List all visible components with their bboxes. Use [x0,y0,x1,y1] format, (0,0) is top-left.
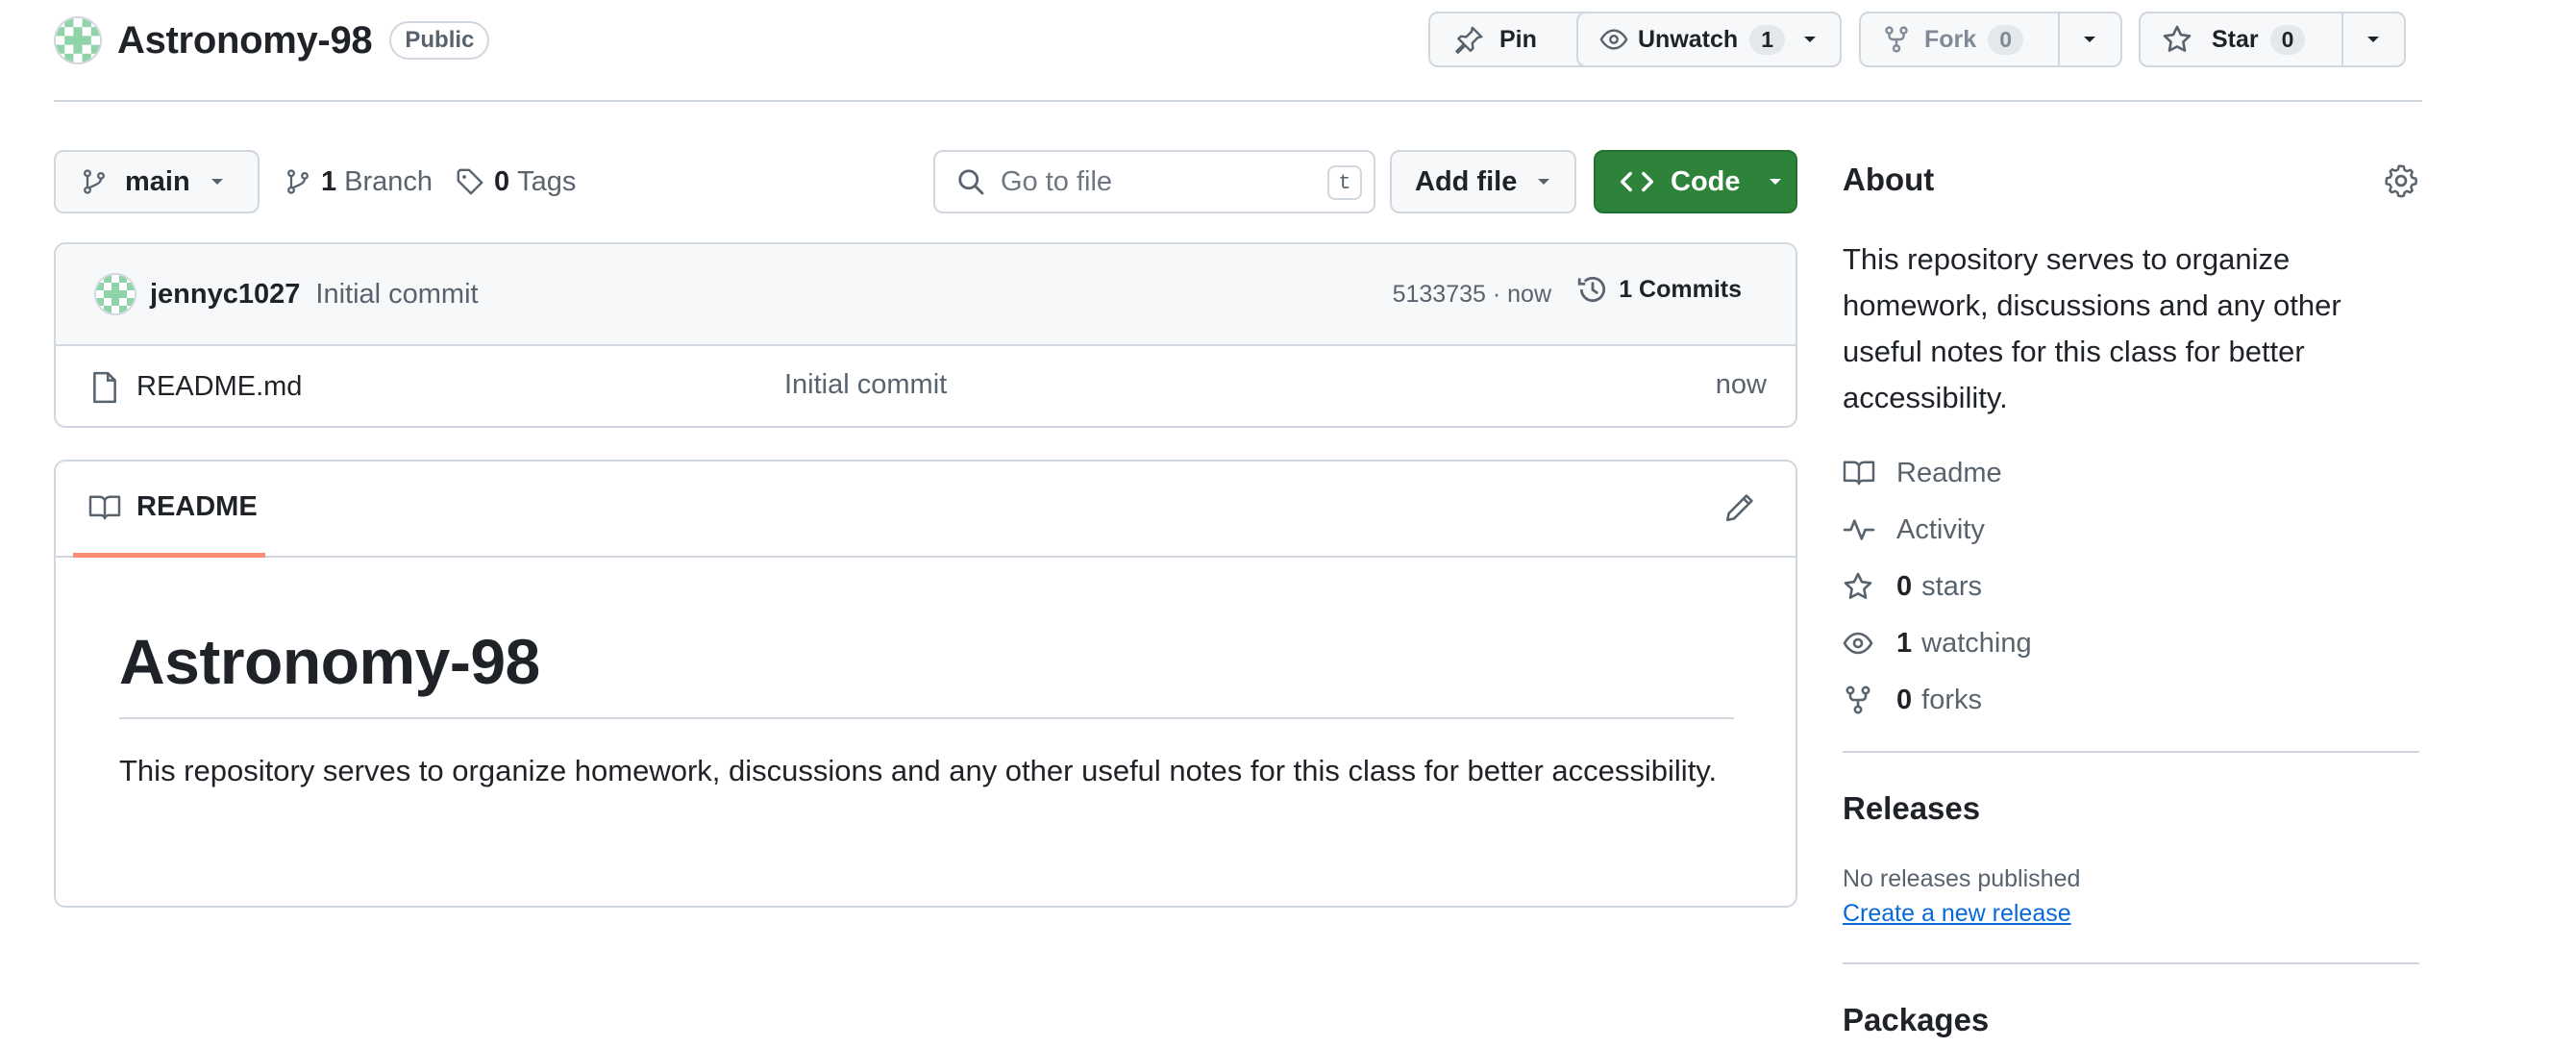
file-icon [90,371,119,404]
caret-down-icon [1768,177,1783,187]
branch-label: Branch [344,165,433,197]
caret-down-icon [1802,35,1818,44]
git-branch-icon [81,168,108,195]
search-placeholder: Go to file [1001,165,1113,197]
file-name[interactable]: README.md [136,371,302,403]
caret-down-icon [1536,177,1551,187]
caret-down-icon [210,177,225,187]
watching-link[interactable]: 1 watching [1843,624,2032,662]
tab-readme[interactable]: README [73,462,265,558]
caret-down-icon [2365,35,2381,44]
branch-name: main [125,165,190,197]
readme-heading: Astronomy-98 [119,626,540,697]
forks-label: forks [1921,684,1982,715]
stars-count: 0 [1896,570,1913,602]
fork-dropdown[interactable] [2057,13,2120,65]
releases-title[interactable]: Releases [1843,790,1980,827]
header-divider [54,100,2422,102]
stars-label: stars [1921,570,1982,602]
code-button[interactable]: Code [1594,150,1797,213]
watching-count: 1 [1896,627,1913,659]
unwatch-dropdown[interactable] [1798,13,1831,65]
fork-counter: 0 [1988,24,2023,55]
eye-icon [1599,25,1628,54]
star-label: Star [2212,25,2259,53]
add-file-label: Add file [1415,165,1518,197]
branch-count: 1 [321,165,337,197]
about-title: About [1843,162,1935,197]
packages-title[interactable]: Packages [1843,1002,1989,1038]
visibility-badge: Public [389,21,490,60]
sidebar-divider [1843,962,2419,964]
book-icon [88,493,121,522]
repo-title[interactable]: Astronomy-98 [117,19,373,62]
fork-label: Fork [1924,25,1977,53]
owner-avatar[interactable] [54,16,102,64]
no-releases-text: No releases published [1843,865,2081,892]
fork-button[interactable]: Fork 0 [1859,12,2122,67]
commits-history-link[interactable]: 1 Commits [1576,273,1742,306]
readme-body: This repository serves to organize homew… [119,754,1718,787]
forks-link[interactable]: 0 forks [1843,681,1982,719]
star-button[interactable]: Star 0 [2139,12,2406,67]
watch-counter: 1 [1749,24,1785,55]
star-dropdown[interactable] [2341,13,2404,65]
commit-meta[interactable]: 5133735 · now [1393,281,1551,309]
pin-label: Pin [1499,25,1537,53]
code-label: Code [1671,165,1741,197]
star-icon [2162,24,2192,55]
tag-icon [456,167,484,196]
search-shortcut: t [1327,165,1362,200]
watching-label: watching [1921,627,2032,659]
pencil-icon[interactable] [1724,492,1755,523]
commit-author[interactable]: jennyc1027 [150,279,300,311]
stars-link[interactable]: 0 stars [1843,567,1982,606]
pulse-icon [1843,515,1881,544]
activity-link[interactable]: Activity [1843,511,1985,549]
readme-tab-label: README [136,491,258,522]
file-time: now [1715,369,1767,400]
branch-selector[interactable]: main [54,150,260,213]
pin-icon [1455,25,1484,54]
unwatch-label: Unwatch [1638,25,1739,53]
readme-panel: README Astronomy-98 This repository serv… [54,460,1797,908]
create-release-link[interactable]: Create a new release [1843,900,2071,928]
activity-link-label: Activity [1896,513,1985,545]
git-branch-icon [285,168,311,195]
star-icon [1843,571,1881,602]
commit-message[interactable]: Initial commit [315,279,478,311]
readme-header: README [56,462,1796,558]
tag-count: 0 [494,165,510,197]
tags-link[interactable]: 0 Tags [456,150,576,213]
sidebar-divider [1843,751,2419,753]
readme-divider [119,717,1734,719]
caret-down-icon [2082,35,2097,44]
gear-icon[interactable] [2384,163,2418,198]
forks-count: 0 [1896,684,1913,715]
commit-author-avatar[interactable] [94,273,136,315]
fork-icon [1882,25,1911,54]
file-listing: jennyc1027 Initial commit 5133735 · now … [54,242,1797,428]
go-to-file-input[interactable]: Go to file t [933,150,1375,213]
unwatch-button[interactable]: Unwatch 1 [1576,12,1842,67]
code-icon [1621,169,1653,194]
commits-label: 1 Commits [1619,275,1742,303]
fork-icon [1843,685,1881,715]
readme-link[interactable]: Readme [1843,454,2002,492]
star-counter: 0 [2269,24,2306,55]
readme-link-label: Readme [1896,457,2002,488]
search-icon [956,167,985,196]
about-description: This repository serves to organize homew… [1843,242,2341,414]
add-file-button[interactable]: Add file [1390,150,1576,213]
branches-link[interactable]: 1 Branch [285,150,433,213]
tag-label: Tags [517,165,577,197]
repo-header: Astronomy-98 Public [54,13,490,67]
file-row[interactable]: README.md Initial commit now [56,346,1796,426]
history-icon [1576,273,1609,306]
book-icon [1843,459,1881,487]
file-commit-message[interactable]: Initial commit [784,369,947,401]
eye-icon [1843,628,1881,659]
latest-commit-row: jennyc1027 Initial commit 5133735 · now … [56,244,1796,346]
